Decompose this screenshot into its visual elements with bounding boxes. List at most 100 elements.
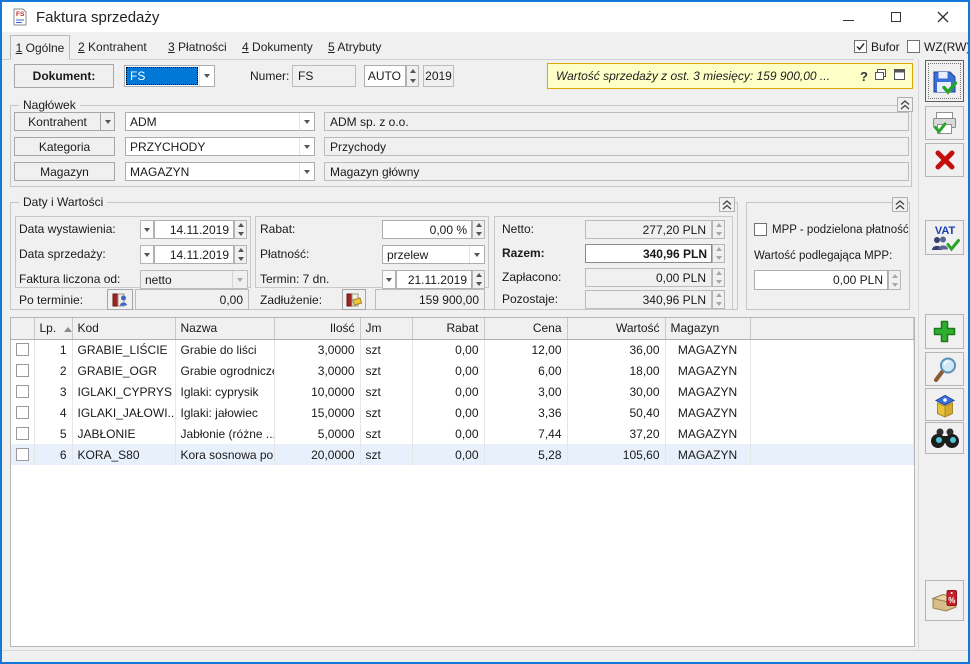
row-select-checkbox[interactable] (16, 427, 29, 440)
kontrahent-button[interactable]: Kontrahent (14, 112, 101, 131)
kategoria-button[interactable]: Kategoria (14, 137, 115, 156)
help-icon[interactable]: ? (860, 69, 868, 84)
table-row[interactable]: 2 GRABIE_OGR Grabie ogrodnicze 3,0000 sz… (11, 360, 914, 381)
cancel-button[interactable] (925, 143, 964, 177)
minimize-button[interactable] (826, 2, 871, 32)
tab-dokumenty[interactable]: 4 Dokumenty (232, 35, 323, 60)
col-header-cena[interactable]: Cena (484, 318, 567, 339)
data-wystawienia-calendar-button[interactable] (140, 220, 154, 239)
spinner-up-icon[interactable] (235, 221, 246, 230)
data-sprzedazy-spinner[interactable] (234, 245, 247, 264)
data-wystawienia-input[interactable]: 14.11.2019 (154, 220, 234, 239)
save-button[interactable] (925, 60, 964, 102)
rabat-input[interactable]: 0,00 % (382, 220, 472, 239)
row-select-checkbox[interactable] (16, 343, 29, 356)
add-item-button[interactable] (925, 314, 964, 349)
col-header-nazwa[interactable]: Nazwa (175, 318, 274, 339)
tab-ogolne[interactable]: 1 Ogólne (10, 35, 70, 60)
magazyn-code-combo[interactable]: MAGAZYN (125, 162, 315, 181)
kategoria-code-combo[interactable]: PRZYCHODY (125, 137, 315, 156)
tab-platnosci[interactable]: 3 Płatności (158, 35, 237, 60)
edit-item-button[interactable] (925, 352, 964, 386)
col-header-magazyn[interactable]: Magazyn (665, 318, 750, 339)
chevron-down-icon (232, 271, 247, 288)
row-select-checkbox[interactable] (16, 385, 29, 398)
rabat-spinner[interactable] (472, 220, 485, 239)
termin-input[interactable]: 21.11.2019 (396, 270, 472, 289)
close-button[interactable] (920, 2, 965, 32)
spinner-down-icon[interactable] (407, 76, 418, 86)
zadluzenie-button[interactable] (342, 289, 366, 310)
row-select-checkbox[interactable] (16, 406, 29, 419)
table-row-selected[interactable]: 6 KORA_S80 Kora sosnowa po... 20,0000 sz… (11, 444, 914, 465)
chevron-down-icon[interactable] (299, 113, 314, 130)
invoice-window: FS Faktura sprzedaży 1 Ogólne 2 Kontrahe… (0, 0, 970, 664)
tab-kontrahent[interactable]: 2 Kontrahent (68, 35, 157, 60)
platnosc-combo[interactable]: przelew (382, 245, 485, 264)
col-header-rabat[interactable]: Rabat (412, 318, 484, 339)
spinner-down-icon[interactable] (473, 280, 484, 289)
dokument-button[interactable]: Dokument: (14, 64, 114, 88)
razem-spinner (712, 244, 725, 263)
spinner-up-icon[interactable] (473, 271, 484, 280)
pozostaje-spinner (712, 290, 725, 309)
document-type-combo[interactable]: FS (124, 65, 215, 87)
green-plus-icon (931, 318, 958, 345)
maximize-button[interactable] (873, 2, 918, 32)
termin-spinner[interactable] (472, 270, 485, 289)
chevron-down-icon[interactable] (199, 66, 214, 86)
find-item-button[interactable] (925, 422, 964, 454)
numer-year-field: 2019 (423, 65, 454, 87)
data-wystawienia-spinner[interactable] (234, 220, 247, 239)
table-row[interactable]: 3 IGLAKI_CYPRYS Iglaki: cyprysik 10,0000… (11, 381, 914, 402)
chevron-down-icon[interactable] (469, 246, 484, 263)
col-header-jm[interactable]: Jm (360, 318, 412, 339)
bufor-checkbox[interactable] (854, 40, 867, 53)
data-sprzedazy-input[interactable]: 14.11.2019 (154, 245, 234, 264)
print-button[interactable] (925, 106, 964, 140)
numer-auto-spinner[interactable] (406, 65, 419, 87)
spinner-up-icon[interactable] (407, 66, 418, 76)
po-terminie-button[interactable] (107, 289, 133, 310)
mpp-value-input[interactable]: 0,00 PLN (754, 270, 888, 290)
kontrahent-code-combo[interactable]: ADM (125, 112, 315, 131)
termin-calendar-button[interactable] (382, 270, 396, 289)
table-row[interactable]: 4 IGLAKI_JAŁOWI... Iglaki: jałowiec 15,0… (11, 402, 914, 423)
table-row[interactable]: 5 JABŁONIE Jabłonie (różne ... 5,0000 sz… (11, 423, 914, 444)
col-header-lp[interactable]: Lp. (34, 318, 72, 339)
zadluzenie-value-field: 159 900,00 (375, 289, 485, 310)
vat-button[interactable]: VAT (925, 220, 964, 255)
col-header-wartosc[interactable]: Wartość (567, 318, 665, 339)
spinner-down-icon[interactable] (235, 230, 246, 239)
restore-panel-icon[interactable] (874, 68, 887, 84)
spinner-down-icon[interactable] (473, 230, 484, 239)
chevron-down-icon[interactable] (299, 163, 314, 180)
mpp-checkbox[interactable] (754, 223, 767, 236)
table-row[interactable]: 1 GRABIE_LIŚCIE Grabie do liści 3,0000 s… (11, 339, 914, 360)
collapse-naglowek-button[interactable] (897, 97, 913, 112)
numer-auto-input[interactable]: AUTO (364, 65, 406, 87)
collapse-mpp-button[interactable] (892, 197, 908, 212)
col-header-kod[interactable]: Kod (72, 318, 175, 339)
spinner-down-icon[interactable] (235, 255, 246, 264)
col-header-ilosc[interactable]: Ilość (274, 318, 360, 339)
row-select-checkbox[interactable] (16, 364, 29, 377)
kontrahent-dropdown-button[interactable] (100, 112, 115, 131)
rabat-label: Rabat: (260, 220, 295, 239)
wz-checkbox[interactable] (907, 40, 920, 53)
discount-button[interactable]: % (925, 580, 964, 621)
magnifier-icon (932, 356, 958, 382)
zaplacono-label: Zapłacono: (502, 268, 561, 287)
delete-item-button[interactable] (925, 388, 964, 421)
magazyn-button[interactable]: Magazyn (14, 162, 115, 181)
row-select-checkbox[interactable] (16, 448, 29, 461)
spinner-up-icon[interactable] (473, 221, 484, 230)
maximize-panel-icon[interactable] (893, 68, 906, 84)
tab-atrybuty[interactable]: 5 Atrybuty (318, 35, 391, 60)
collapse-daty-button[interactable] (719, 197, 735, 212)
chevron-down-icon[interactable] (299, 138, 314, 155)
data-sprzedazy-calendar-button[interactable] (140, 245, 154, 264)
razem-field: 340,96 PLN (585, 244, 712, 263)
select-all-header[interactable] (11, 318, 34, 339)
spinner-up-icon[interactable] (235, 246, 246, 255)
